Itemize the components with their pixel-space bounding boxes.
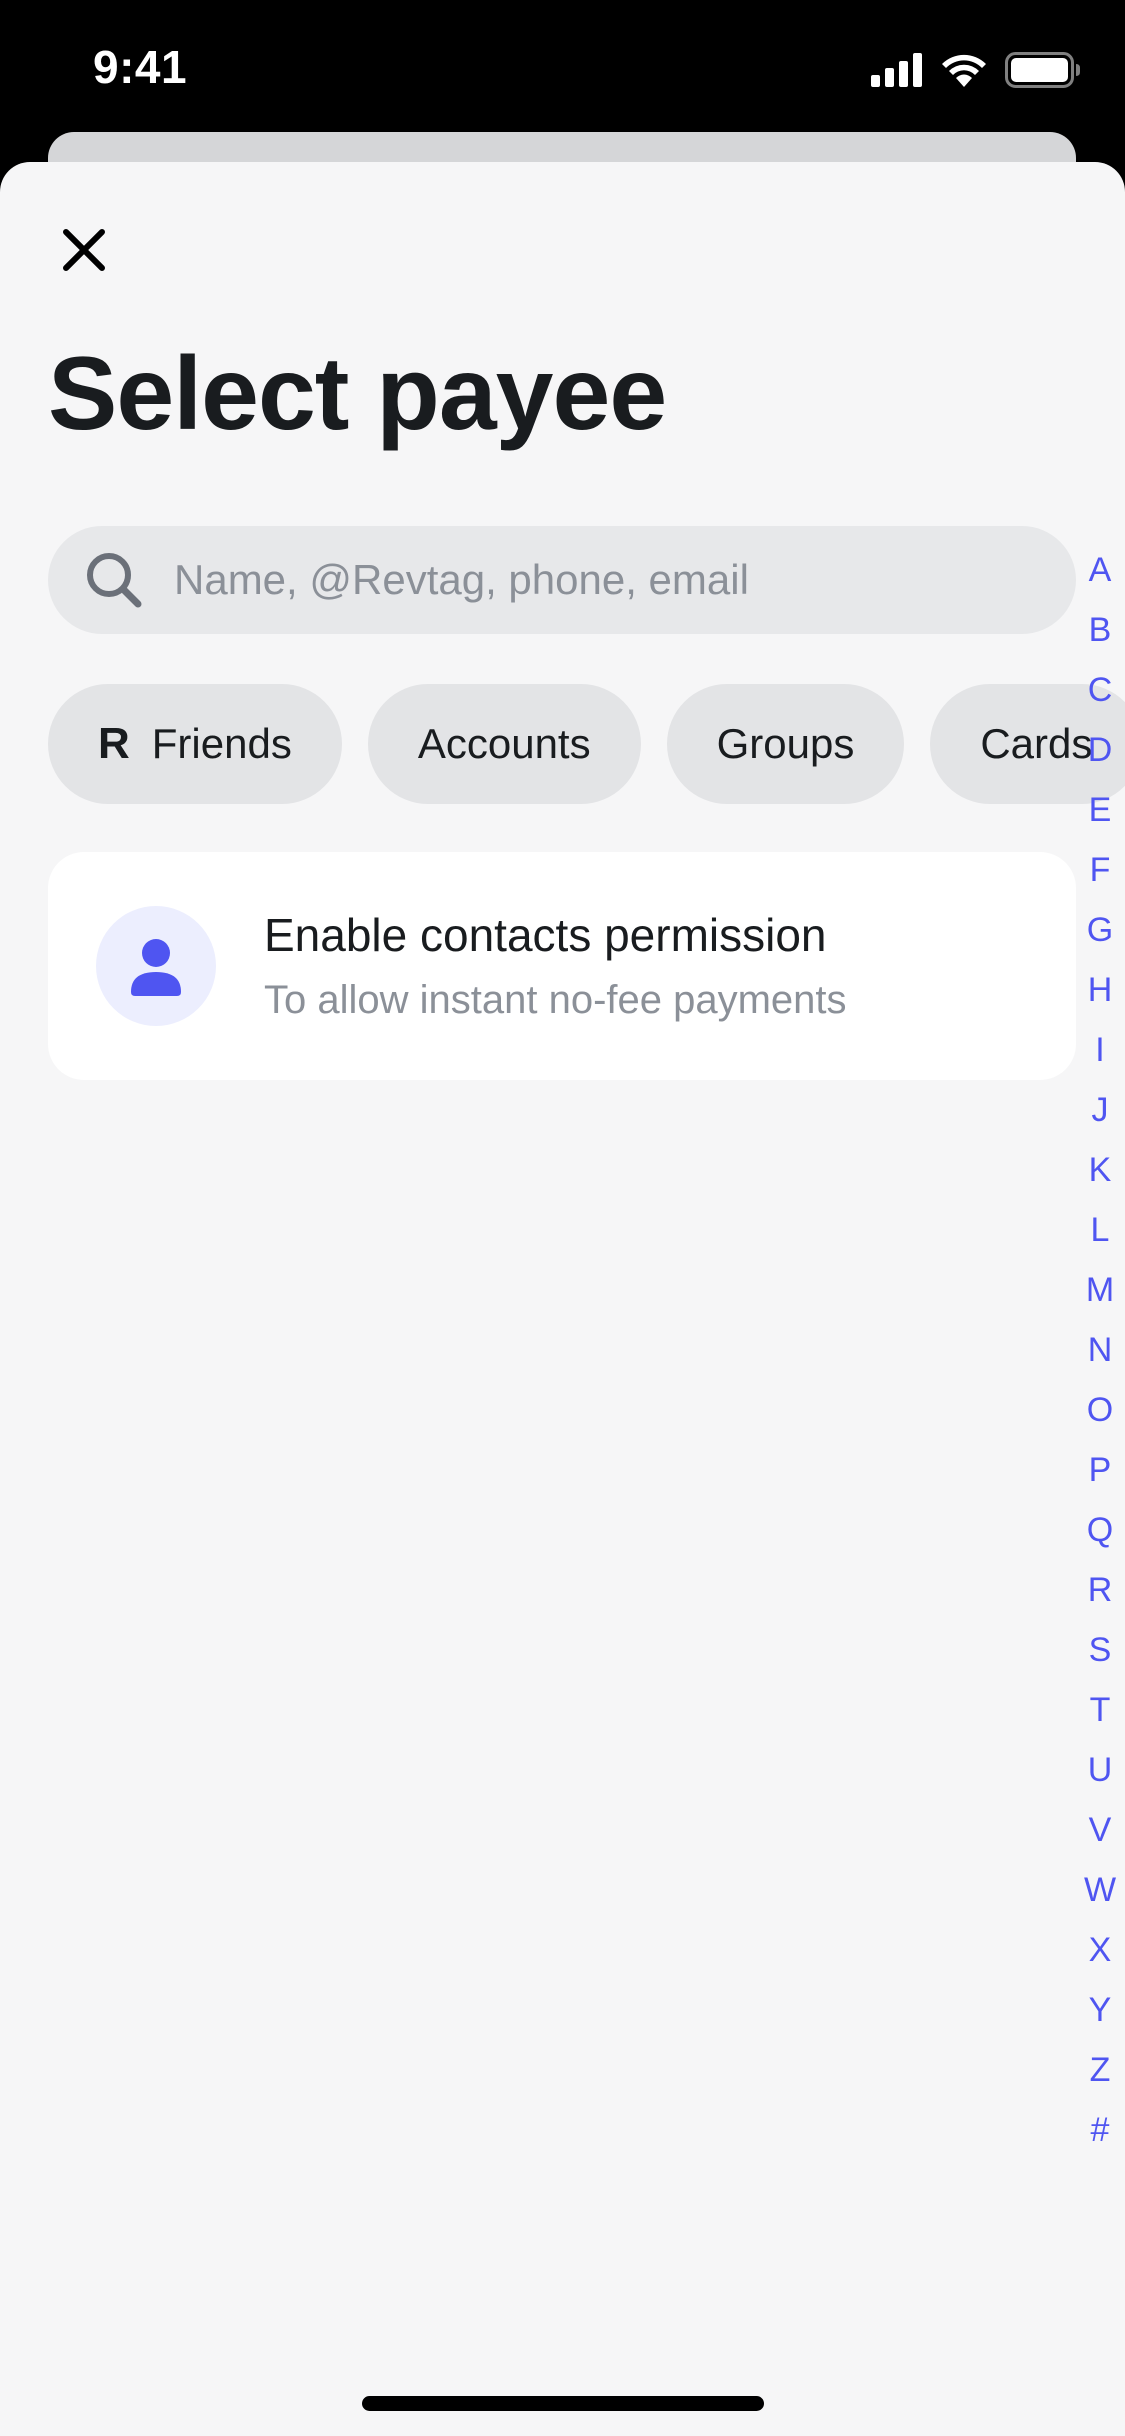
alphabet-index-letter[interactable]: L — [1080, 1200, 1120, 1260]
close-icon — [63, 229, 105, 271]
alphabet-index-letter[interactable]: R — [1080, 1560, 1120, 1620]
status-time: 9:41 — [93, 41, 188, 93]
alphabet-index-letter[interactable]: W — [1080, 1860, 1120, 1920]
alphabet-index-letter[interactable]: B — [1080, 600, 1120, 660]
alphabet-index-letter[interactable]: T — [1080, 1680, 1120, 1740]
search-input[interactable] — [174, 540, 1054, 620]
alphabet-index: A B C D E F G H I J K L M N O P Q R S T U V W X Y Z # — [1080, 540, 1120, 2160]
alphabet-index-letter[interactable]: E — [1080, 780, 1120, 840]
enable-contacts-card[interactable]: Enable contacts permission To allow inst… — [48, 852, 1076, 1080]
alphabet-index-letter[interactable]: H — [1080, 960, 1120, 1020]
search-box[interactable] — [48, 526, 1076, 634]
alphabet-index-letter[interactable]: V — [1080, 1800, 1120, 1860]
contact-avatar — [96, 906, 216, 1026]
alphabet-index-letter[interactable]: Z — [1080, 2040, 1120, 2100]
revolut-r-icon: R — [98, 719, 130, 768]
filter-chip-label: Accounts — [417, 720, 591, 767]
alphabet-index-letter[interactable]: Q — [1080, 1500, 1120, 1560]
filter-chip-label: Friends — [151, 720, 292, 767]
alphabet-index-letter[interactable]: I — [1080, 1020, 1120, 1080]
home-indicator — [362, 2396, 764, 2411]
alphabet-index-letter[interactable]: C — [1080, 660, 1120, 720]
filter-chip-groups[interactable]: Groups — [666, 684, 905, 804]
wifi-icon — [942, 54, 986, 87]
search-icon — [87, 553, 142, 608]
alphabet-index-letter[interactable]: U — [1080, 1740, 1120, 1800]
filter-chip-accounts[interactable]: Accounts — [367, 684, 641, 804]
close-button[interactable] — [52, 218, 116, 282]
alphabet-index-letter[interactable]: O — [1080, 1380, 1120, 1440]
status-bar: 9:41 — [0, 0, 1125, 140]
battery-icon — [1005, 52, 1080, 88]
permission-subtitle: To allow instant no-fee payments — [264, 978, 847, 1022]
select-payee-sheet: Select payee R Friends Accounts Groups C… — [0, 162, 1125, 2436]
alphabet-index-letter[interactable]: J — [1080, 1080, 1120, 1140]
alphabet-index-letter[interactable]: Y — [1080, 1980, 1120, 2040]
alphabet-index-letter[interactable]: # — [1080, 2100, 1120, 2160]
alphabet-index-letter[interactable]: G — [1080, 900, 1120, 960]
alphabet-index-letter[interactable]: N — [1080, 1320, 1120, 1380]
filter-chip-friends[interactable]: R Friends — [48, 684, 342, 804]
signal-icon — [871, 53, 922, 87]
alphabet-index-letter[interactable]: M — [1080, 1260, 1120, 1320]
filter-chips: R Friends Accounts Groups Cards — [48, 684, 1125, 804]
alphabet-index-letter[interactable]: F — [1080, 840, 1120, 900]
alphabet-index-letter[interactable]: D — [1080, 720, 1120, 780]
alphabet-index-letter[interactable]: S — [1080, 1620, 1120, 1680]
alphabet-index-letter[interactable]: P — [1080, 1440, 1120, 1500]
alphabet-index-letter[interactable]: X — [1080, 1920, 1120, 1980]
person-icon — [131, 939, 181, 996]
filter-chip-label: Cards — [980, 720, 1093, 767]
alphabet-index-letter[interactable]: K — [1080, 1140, 1120, 1200]
permission-title: Enable contacts permission — [264, 909, 827, 961]
page-title: Select payee — [48, 336, 667, 452]
status-icons — [871, 50, 1081, 90]
alphabet-index-letter[interactable]: A — [1080, 540, 1120, 600]
filter-chip-label: Groups — [716, 720, 855, 767]
